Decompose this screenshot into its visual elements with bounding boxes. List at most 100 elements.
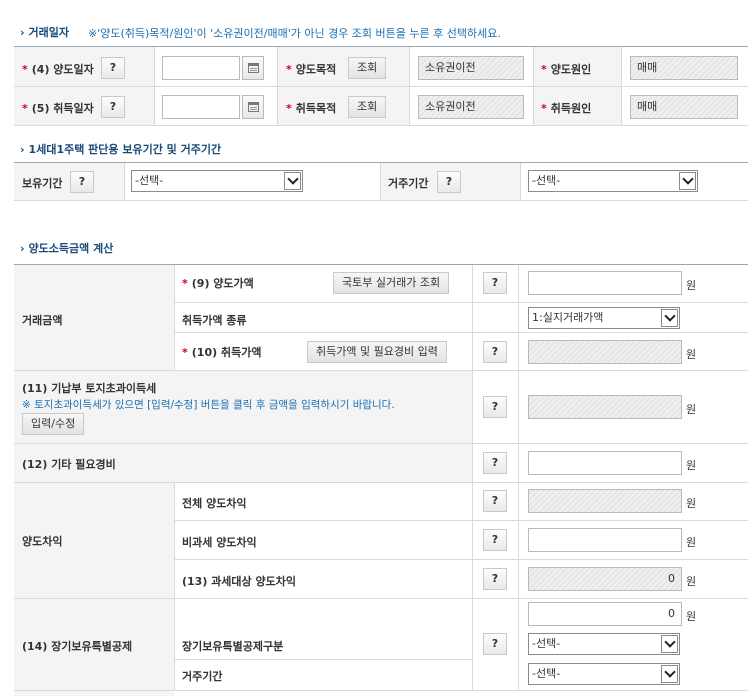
residence-period-label: 거주기간 (388, 177, 429, 190)
acq-price-help-button[interactable]: ? (483, 341, 507, 363)
ltd-type-label: 장기보유특별공제구분 (182, 640, 284, 653)
chevron-down-icon (661, 309, 678, 327)
acq-price-input-button[interactable]: 취득가액 및 필요경비 입력 (307, 341, 447, 363)
acq-price-field (528, 340, 682, 364)
capital-gain-label: 양도차익 (22, 535, 63, 548)
won-unit: 원 (686, 610, 697, 623)
chevron-down-icon (661, 635, 678, 653)
land-tax-help-button[interactable]: ? (483, 396, 507, 418)
land-tax-field (528, 395, 682, 419)
won-unit: 원 (686, 459, 697, 472)
sale-purpose-label: * 양도목적 (286, 63, 337, 76)
total-gain-help-button[interactable]: ? (483, 490, 507, 512)
taxable-gain-field: 0 (528, 567, 682, 591)
other-expense-label: (12) 기타 필요경비 (22, 458, 116, 471)
molit-price-lookup-button[interactable]: 국토부 실거래가 조회 (333, 272, 450, 294)
residence-period-select[interactable]: -선택- (528, 170, 698, 192)
nontax-gain-label: 비과세 양도차익 (182, 536, 257, 549)
acq-type-label: 취득가액 종류 (182, 314, 247, 327)
divider (174, 483, 175, 690)
divider (472, 265, 473, 690)
divider (14, 690, 748, 691)
won-unit: 원 (686, 575, 697, 588)
ltd-type-select[interactable]: -선택- (528, 633, 680, 655)
section-title-holding-period: › 1세대1주택 판단용 보유기간 및 거주기간 (20, 143, 222, 156)
sale-date-help-button[interactable]: ? (101, 57, 125, 79)
chevron-down-icon (284, 172, 301, 190)
acq-purpose-lookup-button[interactable]: 조회 (348, 96, 387, 118)
chevron-right-icon: › (20, 143, 25, 156)
sale-date-label: * (4) 양도일자 (22, 63, 94, 76)
acq-cause-field: 매매 (630, 95, 738, 119)
divider (621, 47, 622, 125)
acq-date-help-button[interactable]: ? (101, 96, 125, 118)
divider (14, 598, 748, 599)
divider (14, 370, 748, 371)
total-gain-label: 전체 양도차익 (182, 497, 247, 510)
acq-type-select[interactable]: 1:실지거래가액 (528, 307, 680, 329)
divider (14, 443, 748, 444)
other-expense-help-button[interactable]: ? (483, 452, 507, 474)
won-unit: 원 (686, 403, 697, 416)
sale-price-help-button[interactable]: ? (483, 272, 507, 294)
divider (14, 86, 748, 87)
holding-period-help-button[interactable]: ? (70, 171, 94, 193)
calendar-icon[interactable] (242, 56, 264, 80)
acq-cause-label: * 취득원인 (541, 102, 592, 115)
acq-date-input[interactable] (162, 95, 240, 119)
chevron-right-icon: › (20, 26, 25, 39)
chevron-down-icon (661, 665, 678, 683)
section-title-gain-calc: › 양도소득금액 계산 (20, 242, 114, 255)
divider (174, 302, 748, 303)
trade-amount-label: 거래금액 (22, 314, 63, 327)
divider (174, 265, 175, 370)
divider (174, 520, 748, 521)
trade-date-notice: ※'양도(취득)목적/원인'이 '소유권이전/매매'가 아닌 경우 조회 버튼을… (88, 27, 501, 40)
total-gain-field (528, 489, 682, 513)
divider (14, 125, 748, 126)
divider (124, 163, 125, 200)
nontax-gain-help-button[interactable]: ? (483, 529, 507, 551)
sale-cause-field: 매매 (630, 56, 738, 80)
other-expense-input[interactable] (528, 451, 682, 475)
divider (174, 559, 748, 560)
sale-purpose-lookup-button[interactable]: 조회 (348, 57, 387, 79)
acq-price-label: * (10) 취득가액 (182, 346, 262, 359)
taxable-gain-help-button[interactable]: ? (483, 568, 507, 590)
sale-date-input[interactable] (162, 56, 240, 80)
won-unit: 원 (686, 536, 697, 549)
land-tax-label: (11) 기납부 토지초과이득세 (22, 382, 157, 395)
ltd-label: (14) 장기보유특별공제 (22, 640, 133, 653)
land-tax-notice: ※ 토지초과이득세가 있으면 [입력/수정] 버튼을 클릭 후 금액을 입력하시… (22, 399, 395, 411)
sale-purpose-field: 소유권이전 (418, 56, 524, 80)
acq-date-label: * (5) 취득일자 (22, 102, 94, 115)
holding-period-select[interactable]: -선택- (131, 170, 303, 192)
ltd-help-button[interactable]: ? (483, 633, 507, 655)
chevron-right-icon: › (20, 242, 25, 255)
sale-cause-label: * 양도원인 (541, 63, 592, 76)
land-tax-edit-button[interactable]: 입력/수정 (22, 413, 85, 435)
holding-period-label: 보유기간 (22, 177, 63, 190)
acq-purpose-field: 소유권이전 (418, 95, 524, 119)
residence-period-help-button[interactable]: ? (437, 171, 461, 193)
divider (380, 163, 381, 200)
acq-purpose-label: * 취득목적 (286, 102, 337, 115)
divider (520, 163, 521, 200)
won-unit: 원 (686, 348, 697, 361)
chevron-down-icon (679, 172, 696, 190)
divider (174, 659, 472, 660)
sale-price-input[interactable] (528, 271, 682, 295)
divider (174, 332, 748, 333)
calendar-icon[interactable] (242, 95, 264, 119)
divider (409, 47, 410, 125)
divider (14, 200, 748, 201)
won-unit: 원 (686, 279, 697, 292)
nontax-gain-input[interactable] (528, 528, 682, 552)
ltd-residence-select[interactable]: -선택- (528, 663, 680, 685)
ltd-amount-input[interactable]: 0 (528, 602, 682, 626)
won-unit: 원 (686, 497, 697, 510)
section-title-trade-date: › 거래일자 (20, 26, 70, 39)
divider (154, 47, 155, 125)
taxable-gain-label: (13) 과세대상 양도차익 (182, 575, 296, 588)
divider (14, 482, 748, 483)
